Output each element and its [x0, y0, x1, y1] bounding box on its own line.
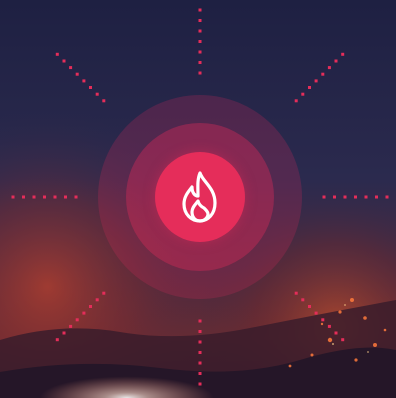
ray-dot: [198, 340, 202, 344]
ray-dot: [308, 305, 311, 308]
ray-dot: [55, 52, 59, 56]
ray-dot: [198, 29, 202, 33]
ray-dot: [64, 195, 67, 199]
ray-dot: [198, 382, 202, 386]
flame-icon: [177, 170, 223, 224]
ray-dot: [334, 331, 338, 335]
ray-bottom: [198, 319, 202, 386]
ray-top-left: [55, 52, 106, 103]
ray-top: [198, 8, 202, 75]
ray-dot: [102, 99, 106, 103]
ray-dot: [327, 66, 331, 70]
ray-dot: [22, 195, 25, 199]
ray-dot: [32, 195, 36, 199]
ray-dot: [75, 72, 79, 76]
ray-dot: [62, 331, 66, 335]
ray-bottom-left: [55, 291, 106, 342]
ray-dot: [82, 311, 86, 315]
ray-dot: [75, 318, 79, 322]
ray-dot: [95, 92, 99, 96]
ray-dot: [198, 71, 202, 75]
ray-right: [322, 195, 389, 199]
ray-dot: [354, 195, 357, 199]
ray-dot: [294, 291, 298, 295]
ray-dot: [198, 361, 202, 365]
ray-dot: [322, 195, 326, 199]
ray-left: [11, 195, 78, 199]
ray-dot: [385, 195, 389, 199]
ray-dot: [321, 72, 325, 76]
ray-dot: [334, 59, 338, 63]
ray-dot: [341, 338, 345, 342]
ray-dot: [198, 319, 202, 323]
ray-dot: [53, 195, 57, 199]
fire-button[interactable]: [155, 152, 245, 242]
ray-dot: [198, 8, 202, 12]
ray-dot: [364, 195, 368, 199]
ray-dot: [62, 59, 66, 63]
scene: [0, 0, 396, 398]
ray-dot: [198, 19, 202, 22]
ray-dot: [198, 351, 202, 354]
ray-dot: [294, 99, 298, 103]
ray-dot: [341, 52, 345, 56]
ray-dot: [43, 195, 46, 199]
ray-dot: [375, 195, 378, 199]
ray-dot: [301, 92, 305, 96]
ray-dot: [301, 298, 305, 302]
ray-dot: [89, 86, 92, 89]
ray-top-right: [294, 52, 345, 103]
ray-dot: [82, 79, 86, 83]
ray-dot: [314, 79, 318, 83]
ray-dot: [102, 291, 106, 295]
ray-dot: [314, 311, 318, 315]
ray-dot: [198, 40, 202, 43]
ray-bottom-right: [294, 291, 345, 342]
ray-dot: [69, 324, 73, 328]
ray-dot: [74, 195, 78, 199]
ray-dot: [308, 86, 311, 89]
ray-dot: [333, 195, 336, 199]
ray-dot: [198, 330, 202, 333]
ray-dot: [89, 305, 92, 308]
ray-dot: [55, 338, 59, 342]
ray-dot: [198, 61, 202, 64]
ray-dot: [11, 195, 15, 199]
ray-dot: [321, 318, 325, 322]
ray-dot: [343, 195, 347, 199]
ray-dot: [198, 50, 202, 54]
ray-dot: [198, 372, 202, 375]
ray-dot: [327, 324, 331, 328]
ray-dot: [69, 66, 73, 70]
ray-dot: [95, 298, 99, 302]
